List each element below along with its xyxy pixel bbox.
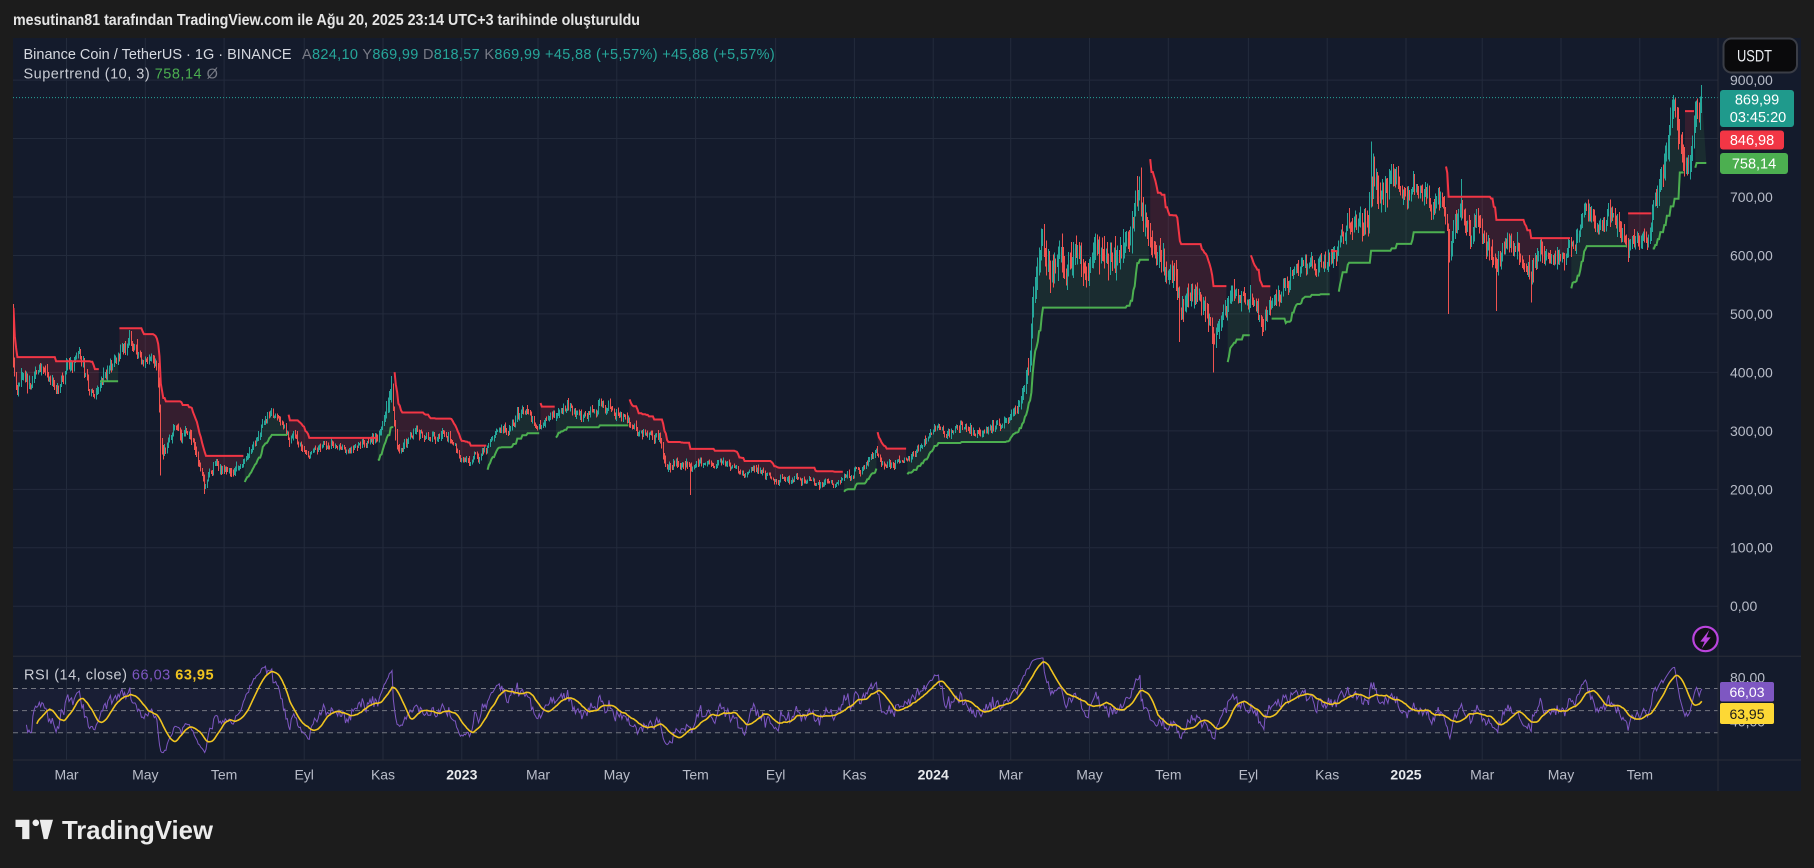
svg-text:Tem: Tem	[682, 767, 708, 783]
svg-text:USDT: USDT	[1737, 47, 1772, 66]
svg-text:Mar: Mar	[526, 767, 550, 783]
svg-text:TradingView: TradingView	[62, 815, 214, 845]
svg-text:900,00: 900,00	[1730, 72, 1773, 88]
svg-text:600,00: 600,00	[1730, 247, 1773, 263]
svg-text:May: May	[604, 767, 630, 783]
svg-text:Kas: Kas	[371, 767, 395, 783]
svg-text:Mar: Mar	[999, 767, 1023, 783]
svg-text:Mar: Mar	[1470, 767, 1494, 783]
svg-text:Eyl: Eyl	[1239, 767, 1258, 783]
svg-text:300,00: 300,00	[1730, 423, 1773, 439]
svg-text:100,00: 100,00	[1730, 540, 1773, 556]
svg-text:Kas: Kas	[1315, 767, 1339, 783]
svg-text:2025: 2025	[1390, 767, 1421, 783]
svg-text:Supertrend (10, 3) 758,14 Ø: Supertrend (10, 3) 758,14 Ø	[24, 67, 219, 83]
svg-text:Eyl: Eyl	[294, 767, 313, 783]
svg-text:May: May	[1548, 767, 1574, 783]
svg-text:2023: 2023	[446, 767, 477, 783]
svg-text:A824,10 Y869,99 D818,57 K869,9: A824,10 Y869,99 D818,57 K869,99 +45,88 (…	[302, 47, 775, 63]
svg-text:63,95: 63,95	[1729, 706, 1764, 722]
svg-text:700,00: 700,00	[1730, 189, 1773, 205]
svg-text:869,99: 869,99	[1735, 93, 1779, 109]
svg-text:May: May	[1076, 767, 1102, 783]
svg-text:Binance Coin / TetherUS · 1G ·: Binance Coin / TetherUS · 1G · BINANCE	[24, 47, 292, 63]
svg-text:400,00: 400,00	[1730, 364, 1773, 380]
svg-text:May: May	[132, 767, 158, 783]
svg-text:Eyl: Eyl	[766, 767, 785, 783]
svg-text:Tem: Tem	[1627, 767, 1653, 783]
svg-text:Kas: Kas	[842, 767, 866, 783]
svg-text:0,00: 0,00	[1730, 598, 1757, 614]
svg-text:Tem: Tem	[211, 767, 237, 783]
svg-text:66,03: 66,03	[1729, 684, 1764, 700]
svg-text:03:45:20: 03:45:20	[1730, 110, 1786, 126]
svg-text:2024: 2024	[918, 767, 949, 783]
svg-text:Tem: Tem	[1155, 767, 1181, 783]
svg-text:mesutinan81 tarafından Trading: mesutinan81 tarafından TradingView.com i…	[13, 12, 640, 29]
svg-text:Mar: Mar	[54, 767, 78, 783]
svg-text:846,98: 846,98	[1730, 133, 1774, 149]
svg-text:RSI (14, close) 66,03 63,95: RSI (14, close) 66,03 63,95	[24, 668, 214, 684]
svg-text:200,00: 200,00	[1730, 481, 1773, 497]
svg-text:500,00: 500,00	[1730, 306, 1773, 322]
svg-text:758,14: 758,14	[1732, 157, 1776, 173]
